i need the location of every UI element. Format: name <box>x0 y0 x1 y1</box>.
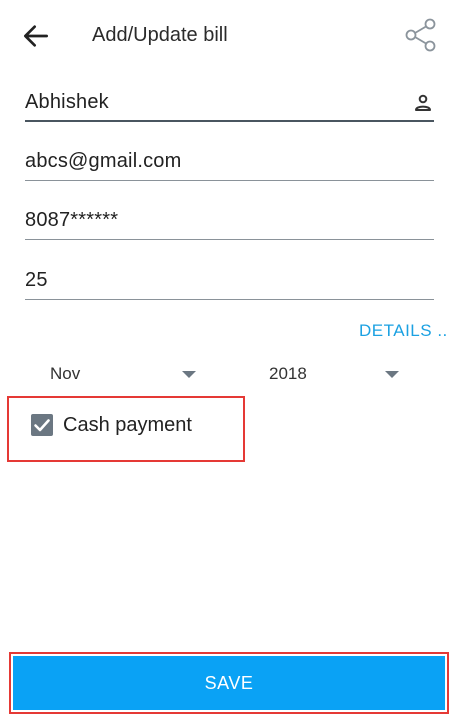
phone-input[interactable]: 8087****** <box>25 209 118 232</box>
cash-payment-label[interactable]: Cash payment <box>63 414 192 437</box>
details-link[interactable]: DETAILS .. <box>359 321 448 341</box>
amount-field[interactable]: 25 <box>25 264 434 300</box>
cash-payment-checkbox[interactable] <box>31 414 53 436</box>
page-title: Add/Update bill <box>92 24 228 46</box>
phone-field[interactable]: 8087****** <box>25 204 434 240</box>
email-underline <box>25 180 434 181</box>
month-select[interactable]: Nov <box>50 360 200 390</box>
year-select[interactable]: 2018 <box>269 360 409 390</box>
app-bar: Add/Update bill <box>0 0 460 70</box>
name-underline <box>25 120 434 122</box>
month-select-value: Nov <box>50 364 81 383</box>
email-field[interactable]: abcs@gmail.com <box>25 145 434 181</box>
cash-payment-highlight: Cash payment <box>7 396 245 462</box>
back-arrow-icon[interactable] <box>20 20 52 52</box>
phone-underline <box>25 239 434 240</box>
name-input[interactable]: Abhishek <box>25 91 109 114</box>
year-dropdown-icon <box>385 371 399 378</box>
save-button[interactable]: SAVE <box>13 656 445 710</box>
name-field[interactable]: Abhishek <box>25 86 434 122</box>
year-select-value: 2018 <box>269 364 307 383</box>
amount-underline <box>25 299 434 300</box>
contact-person-icon[interactable] <box>414 94 432 112</box>
email-input[interactable]: abcs@gmail.com <box>25 150 181 173</box>
month-dropdown-icon <box>182 371 196 378</box>
checkmark-icon <box>34 419 50 432</box>
amount-input[interactable]: 25 <box>25 269 48 292</box>
save-highlight: SAVE <box>9 652 449 714</box>
share-icon[interactable] <box>402 16 440 54</box>
